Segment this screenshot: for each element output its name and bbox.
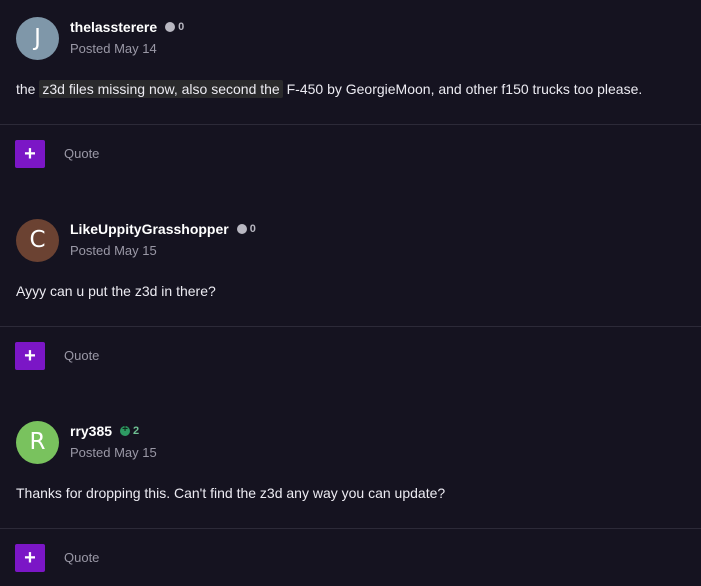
forum-post: C LikeUppityGrasshopper 0 Posted May 15 …	[0, 202, 701, 384]
post-header: C LikeUppityGrasshopper 0 Posted May 15	[0, 202, 701, 280]
author-name[interactable]: thelassterere	[70, 19, 157, 35]
multiquote-plus-button[interactable]: +	[15, 544, 45, 572]
avatar[interactable]: C	[16, 219, 59, 262]
multiquote-plus-button[interactable]: +	[15, 140, 45, 168]
author-line: thelassterere 0	[70, 19, 184, 35]
post-header: J thelassterere 0 Posted May 14	[0, 0, 701, 78]
avatar[interactable]: R	[16, 421, 59, 464]
post-spacer	[0, 182, 701, 202]
post-header: R rry385 2 Posted May 15	[0, 404, 701, 482]
forum-post: J thelassterere 0 Posted May 14 the z3d …	[0, 0, 701, 182]
reputation-dot-icon	[165, 22, 176, 32]
quote-button[interactable]: Quote	[64, 550, 99, 565]
post-content: Ayyy can u put the z3d in there?	[0, 280, 701, 326]
reputation-count: 2	[133, 425, 140, 437]
post-content: Thanks for dropping this. Can't find the…	[0, 482, 701, 528]
post-text: Ayyy can u put the z3d in there?	[16, 283, 216, 299]
reputation-plus-icon	[120, 424, 131, 436]
author-name[interactable]: LikeUppityGrasshopper	[70, 221, 229, 237]
author-name[interactable]: rry385	[70, 423, 112, 439]
quote-button[interactable]: Quote	[64, 348, 99, 363]
post-text: the	[16, 81, 40, 97]
post-date: Posted May 15	[70, 243, 157, 258]
author-line: rry385 2	[70, 423, 139, 439]
reputation-count: 0	[178, 21, 185, 33]
forum-post: R rry385 2 Posted May 15 Thanks for drop…	[0, 404, 701, 586]
post-actions: + Quote	[0, 529, 701, 586]
reputation-badge: 2	[120, 424, 140, 437]
reputation-count: 0	[249, 223, 256, 235]
reputation-badge: 0	[236, 223, 256, 235]
post-date: Posted May 15	[70, 445, 157, 460]
author-line: LikeUppityGrasshopper 0	[70, 221, 256, 237]
post-text-continued: F-450 by GeorgieMoon, and other f150 tru…	[282, 81, 643, 97]
avatar[interactable]: J	[16, 17, 59, 60]
post-spacer	[0, 384, 701, 404]
post-text-highlight: z3d files missing now, also second the	[39, 80, 283, 98]
reputation-dot-icon	[236, 224, 247, 234]
post-text: Thanks for dropping this. Can't find the…	[16, 485, 446, 501]
post-actions: + Quote	[0, 125, 701, 182]
post-actions: + Quote	[0, 327, 701, 384]
post-date: Posted May 14	[70, 41, 157, 56]
quote-button[interactable]: Quote	[64, 146, 99, 161]
reputation-badge: 0	[165, 21, 184, 33]
post-content: the z3d files missing now, also second t…	[0, 78, 701, 124]
multiquote-plus-button[interactable]: +	[15, 342, 45, 370]
